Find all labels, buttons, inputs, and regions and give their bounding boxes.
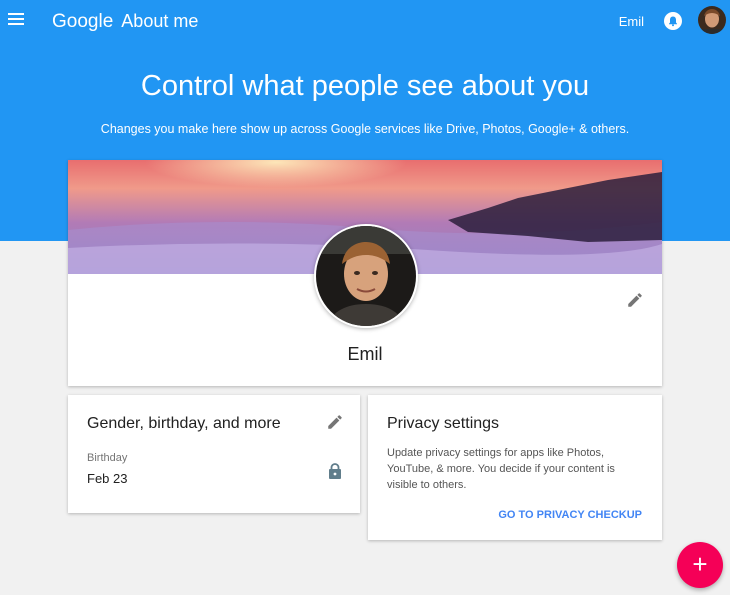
privacy-description: Update privacy settings for apps like Ph… [387,447,615,491]
page-subtitle: Changes you make here show up across Goo… [100,122,630,136]
google-logo-text: Google [52,11,114,32]
hamburger-menu-icon[interactable] [8,13,24,27]
birthday-value: Feb 23 [87,471,128,486]
privacy-checkup-link[interactable]: GO TO PRIVACY CHECKUP [498,509,642,521]
profile-card: Emil [68,160,662,386]
bell-icon[interactable] [664,12,682,30]
top-app-bar: Google About me Emil [0,0,730,44]
page-title: Control what people see about you [140,70,590,102]
privacy-settings-card: Privacy settings Update privacy settings… [368,395,662,540]
add-fab-button[interactable]: + [677,542,723,588]
profile-name: Emil [347,344,383,364]
pencil-icon[interactable] [326,413,344,431]
app-title: About me [121,11,199,31]
birthday-label: Birthday [87,452,128,464]
profile-photo[interactable] [314,224,418,328]
pencil-icon[interactable] [626,291,644,309]
lock-icon [328,463,342,479]
privacy-title: Privacy settings [387,415,500,432]
account-name[interactable]: Emil [619,14,644,29]
account-avatar[interactable] [698,6,726,34]
basic-info-card[interactable]: Gender, birthday, and more Birthday Feb … [68,395,360,513]
app-brand[interactable]: Google About me [52,11,198,33]
basic-info-title: Gender, birthday, and more [87,415,281,432]
